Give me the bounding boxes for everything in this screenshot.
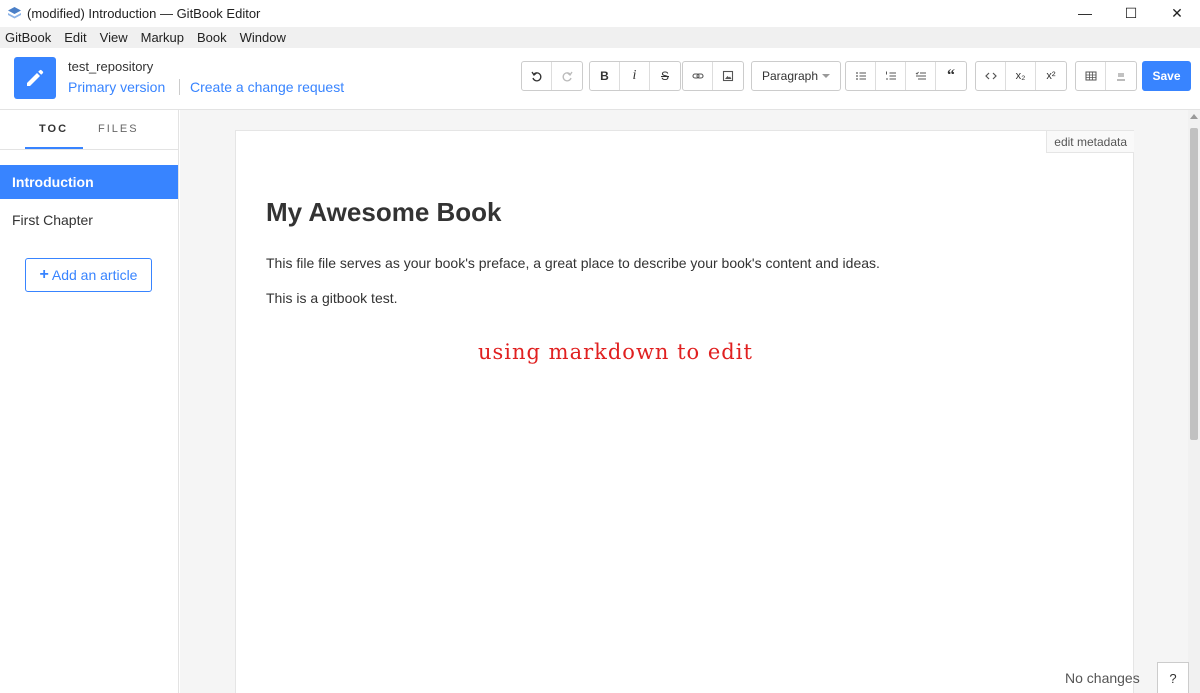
gitbook-app-icon <box>7 6 21 20</box>
add-article-label: Add an article <box>51 267 138 283</box>
table-icon <box>1085 71 1096 81</box>
sidebar-tabs: TOC FILES <box>0 110 178 150</box>
tab-toc[interactable]: TOC <box>39 123 68 135</box>
format-group: B i S <box>589 61 681 91</box>
image-button[interactable] <box>713 62 743 90</box>
italic-button[interactable]: i <box>620 62 650 90</box>
window-controls: — ☐ ✕ <box>1062 0 1200 26</box>
document-heading[interactable]: My Awesome Book <box>266 197 502 228</box>
minimize-button[interactable]: — <box>1062 0 1108 26</box>
undo-icon <box>530 71 541 82</box>
block-format-group: Paragraph <box>751 61 841 91</box>
sidebar: TOC FILES Introduction First Chapter + A… <box>0 110 179 693</box>
menu-gitbook[interactable]: GitBook <box>5 30 51 45</box>
toc-item-label: Introduction <box>12 174 94 190</box>
paragraph-select-label: Paragraph <box>761 69 819 83</box>
active-tab-indicator <box>25 147 83 149</box>
save-button[interactable]: Save <box>1142 61 1191 91</box>
quote-icon: “ <box>947 67 955 84</box>
plus-icon: + <box>39 266 49 283</box>
create-change-request-link[interactable]: Create a change request <box>190 79 344 95</box>
quote-button[interactable]: “ <box>936 62 966 90</box>
menu-view[interactable]: View <box>100 30 128 45</box>
document-paragraph[interactable]: This is a gitbook test. <box>266 290 398 306</box>
footnote-button[interactable] <box>1106 62 1136 90</box>
toc-item-first-chapter[interactable]: First Chapter <box>0 203 178 237</box>
task-list-button[interactable] <box>906 62 936 90</box>
bold-button[interactable]: B <box>590 62 620 90</box>
editor-header: test_repository Primary version Create a… <box>0 48 1200 110</box>
document-paragraph[interactable]: This file file serves as your book's pre… <box>266 255 880 271</box>
history-group <box>521 61 583 91</box>
title-bar: (modified) Introduction — GitBook Editor… <box>0 0 1200 26</box>
redo-icon <box>562 71 573 82</box>
scroll-up-arrow-icon[interactable] <box>1190 114 1198 119</box>
undo-button[interactable] <box>522 62 552 90</box>
add-article-button[interactable]: + Add an article <box>25 258 152 292</box>
insert-group <box>682 61 744 91</box>
scrollbar-thumb[interactable] <box>1190 128 1198 440</box>
menu-book[interactable]: Book <box>197 30 227 45</box>
help-button[interactable]: ? <box>1157 662 1189 693</box>
subscript-button[interactable]: x₂ <box>1006 62 1036 90</box>
image-icon <box>722 70 734 82</box>
bullet-list-button[interactable] <box>846 62 876 90</box>
annotation-text: using markdown to edit <box>478 340 753 364</box>
link-icon <box>691 73 704 79</box>
menu-markup[interactable]: Markup <box>141 30 184 45</box>
tab-files[interactable]: FILES <box>98 123 139 135</box>
paragraph-select[interactable]: Paragraph <box>752 62 840 90</box>
numbered-list-button[interactable] <box>876 62 906 90</box>
superscript-button[interactable]: x² <box>1036 62 1066 90</box>
close-button[interactable]: ✕ <box>1154 0 1200 26</box>
code-group: x₂ x² <box>975 61 1067 91</box>
change-status: No changes <box>1065 670 1140 686</box>
primary-version-link[interactable]: Primary version <box>68 79 165 95</box>
pencil-icon[interactable] <box>14 57 56 99</box>
list-group: “ <box>845 61 967 91</box>
maximize-button[interactable]: ☐ <box>1108 0 1154 26</box>
toc-item-label: First Chapter <box>12 212 93 228</box>
menu-window[interactable]: Window <box>240 30 286 45</box>
link-button[interactable] <box>683 62 713 90</box>
bullet-list-icon <box>855 72 866 80</box>
code-icon <box>984 72 997 80</box>
window-title: (modified) Introduction — GitBook Editor <box>27 5 261 21</box>
strikethrough-button[interactable]: S <box>650 62 680 90</box>
header-divider <box>179 79 180 95</box>
task-list-icon <box>915 71 926 80</box>
code-button[interactable] <box>976 62 1006 90</box>
numbered-list-icon <box>885 71 896 80</box>
menu-bar: GitBook Edit View Markup Book Window <box>0 27 1200 48</box>
chevron-down-icon <box>822 74 831 78</box>
document-page[interactable]: edit metadata My Awesome Book This file … <box>235 130 1134 693</box>
repository-name: test_repository <box>68 59 154 74</box>
footnote-icon <box>1117 73 1125 81</box>
table-group <box>1075 61 1137 91</box>
redo-button[interactable] <box>552 62 582 90</box>
edit-metadata-button[interactable]: edit metadata <box>1046 131 1134 153</box>
toc-item-introduction[interactable]: Introduction <box>0 165 178 199</box>
vertical-scrollbar[interactable] <box>1188 110 1200 693</box>
menu-edit[interactable]: Edit <box>64 30 86 45</box>
table-button[interactable] <box>1076 62 1106 90</box>
